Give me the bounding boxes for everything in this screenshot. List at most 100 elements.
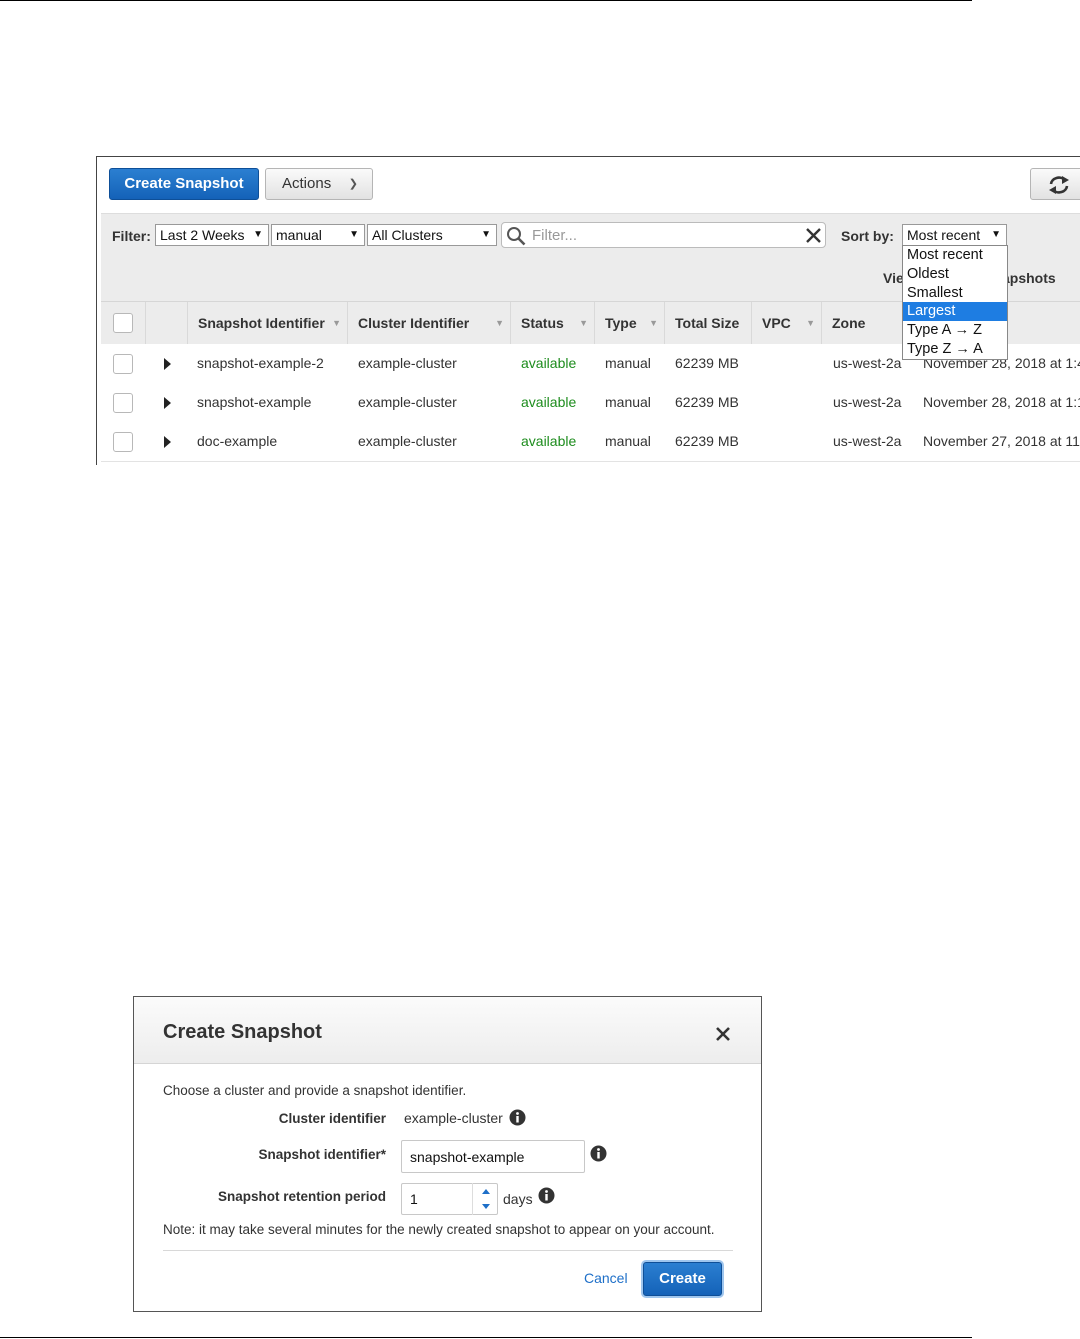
retention-period-label: Snapshot retention period	[217, 1189, 386, 1204]
create-snapshot-dialog: Create Snapshot Choose a cluster and pro…	[133, 996, 762, 1312]
col-type[interactable]: Type ▼	[594, 302, 664, 344]
expander-column-header	[145, 302, 187, 344]
col-label: Total Size	[675, 315, 740, 331]
view-text-right: apshots	[1002, 270, 1056, 286]
sort-arrow-icon: ▼	[495, 318, 504, 328]
dropdown-arrow-icon: ▼	[991, 229, 1001, 240]
type: manual	[605, 355, 651, 371]
time-range-value: Last 2 Weeks	[160, 227, 245, 243]
stepper-up-icon[interactable]	[473, 1183, 499, 1199]
col-label: Type	[605, 315, 637, 331]
col-label: VPC	[762, 315, 791, 331]
filter-label: Filter:	[112, 228, 151, 244]
retention-unit: days	[503, 1191, 533, 1207]
clear-icon[interactable]	[804, 226, 823, 245]
cluster-select[interactable]: All Clusters ▼	[367, 224, 497, 246]
stepper-controls	[472, 1183, 498, 1215]
col-cluster-identifier[interactable]: Cluster Identifier ▼	[347, 302, 510, 344]
sort-option-type-a-z[interactable]: Type A → Z	[903, 321, 1007, 340]
search-input[interactable]	[530, 226, 804, 245]
search-box	[501, 222, 826, 248]
cluster-identifier: example-cluster	[358, 394, 457, 410]
chevron-down-icon: ❯	[348, 178, 358, 190]
bottom-rule	[0, 1337, 972, 1338]
col-snapshot-identifier[interactable]: Snapshot Identifier ▼	[187, 302, 347, 344]
sort-option-largest[interactable]: Largest	[903, 302, 1007, 322]
row-checkbox[interactable]	[113, 393, 133, 413]
actions-button[interactable]: Actions ❯	[265, 168, 373, 200]
col-status[interactable]: Status ▼	[510, 302, 594, 344]
dropdown-arrow-icon: ▼	[253, 229, 263, 240]
cluster-identifier-value: example-cluster	[404, 1110, 503, 1126]
sort-label: Sort by:	[841, 228, 894, 244]
type: manual	[605, 394, 651, 410]
stepper-down-icon[interactable]	[473, 1199, 499, 1215]
table-row[interactable]: snapshot-example example-cluster availab…	[101, 383, 1080, 423]
expand-row-icon[interactable]	[164, 358, 171, 370]
dialog-header: Create Snapshot	[134, 997, 761, 1064]
close-icon[interactable]	[714, 1025, 732, 1043]
type: manual	[605, 433, 651, 449]
sort-arrow-icon: ▼	[806, 318, 815, 328]
cancel-button[interactable]: Cancel	[584, 1270, 628, 1286]
sort-option-most-recent[interactable]: Most recent	[903, 246, 1007, 265]
snapshot-identifier-label: Snapshot identifier*	[258, 1147, 386, 1162]
sort-option-smallest[interactable]: Smallest	[903, 284, 1007, 303]
info-icon[interactable]	[509, 1109, 526, 1126]
zone: us-west-2a	[833, 433, 902, 449]
total-size: 62239 MB	[675, 394, 739, 410]
row-checkbox[interactable]	[113, 354, 133, 374]
snapshot-identifier: snapshot-example	[197, 394, 312, 410]
status: available	[521, 355, 577, 371]
top-rule	[0, 0, 972, 1]
view-text-left: Vie	[883, 270, 904, 286]
col-label: Cluster Identifier	[358, 315, 470, 331]
row-checkbox[interactable]	[113, 432, 133, 452]
create-snapshot-button[interactable]: Create Snapshot	[109, 168, 259, 200]
col-vpc[interactable]: VPC ▼	[751, 302, 821, 344]
status: available	[521, 394, 577, 410]
dialog-note: Note: it may take several minutes for th…	[163, 1222, 715, 1237]
snapshot-identifier-input[interactable]	[401, 1140, 585, 1173]
create-button[interactable]: Create	[643, 1262, 722, 1296]
sort-option-oldest[interactable]: Oldest	[903, 265, 1007, 284]
sort-arrow-icon: ▼	[649, 318, 658, 328]
zone: us-west-2a	[833, 355, 902, 371]
toolbar: Create Snapshot Actions ❯	[97, 157, 1080, 213]
cluster-identifier: example-cluster	[358, 355, 457, 371]
created-time: November 28, 2018 at 1:1	[923, 394, 1080, 410]
divider	[163, 1250, 733, 1251]
sort-arrow-icon: ▼	[579, 318, 588, 328]
cluster-value: All Clusters	[372, 227, 443, 243]
dialog-title: Create Snapshot	[163, 1021, 322, 1043]
col-total-size[interactable]: Total Size	[664, 302, 751, 344]
sort-select[interactable]: Most recent ▼	[902, 224, 1007, 246]
zone: us-west-2a	[833, 394, 902, 410]
sort-options-list: Most recent Oldest Smallest Largest Type…	[902, 245, 1008, 360]
refresh-icon	[1049, 176, 1069, 194]
sort-option-type-z-a[interactable]: Type Z → A	[903, 340, 1007, 359]
cluster-identifier: example-cluster	[358, 433, 457, 449]
col-label: Status	[521, 315, 564, 331]
info-icon[interactable]	[538, 1187, 555, 1204]
table-row[interactable]: doc-example example-cluster available ma…	[101, 422, 1080, 462]
sort-arrow-icon: ▼	[332, 318, 341, 328]
expand-row-icon[interactable]	[164, 397, 171, 409]
dropdown-arrow-icon: ▼	[349, 229, 359, 240]
expand-row-icon[interactable]	[164, 436, 171, 448]
cluster-identifier-label: Cluster identifier	[278, 1111, 386, 1126]
refresh-button[interactable]	[1030, 168, 1080, 200]
select-all-checkbox[interactable]	[113, 313, 133, 333]
snapshot-identifier: doc-example	[197, 433, 278, 449]
info-icon[interactable]	[590, 1145, 607, 1162]
search-icon	[507, 227, 526, 246]
type-select[interactable]: manual ▼	[271, 224, 365, 246]
col-label: Zone	[832, 315, 866, 331]
col-zone[interactable]: Zone	[821, 302, 911, 344]
actions-label: Actions	[282, 175, 332, 192]
dropdown-arrow-icon: ▼	[481, 229, 491, 240]
created-time: November 27, 2018 at 11	[923, 433, 1080, 449]
time-range-select[interactable]: Last 2 Weeks ▼	[155, 224, 269, 246]
sort-value: Most recent	[907, 227, 981, 243]
total-size: 62239 MB	[675, 433, 739, 449]
